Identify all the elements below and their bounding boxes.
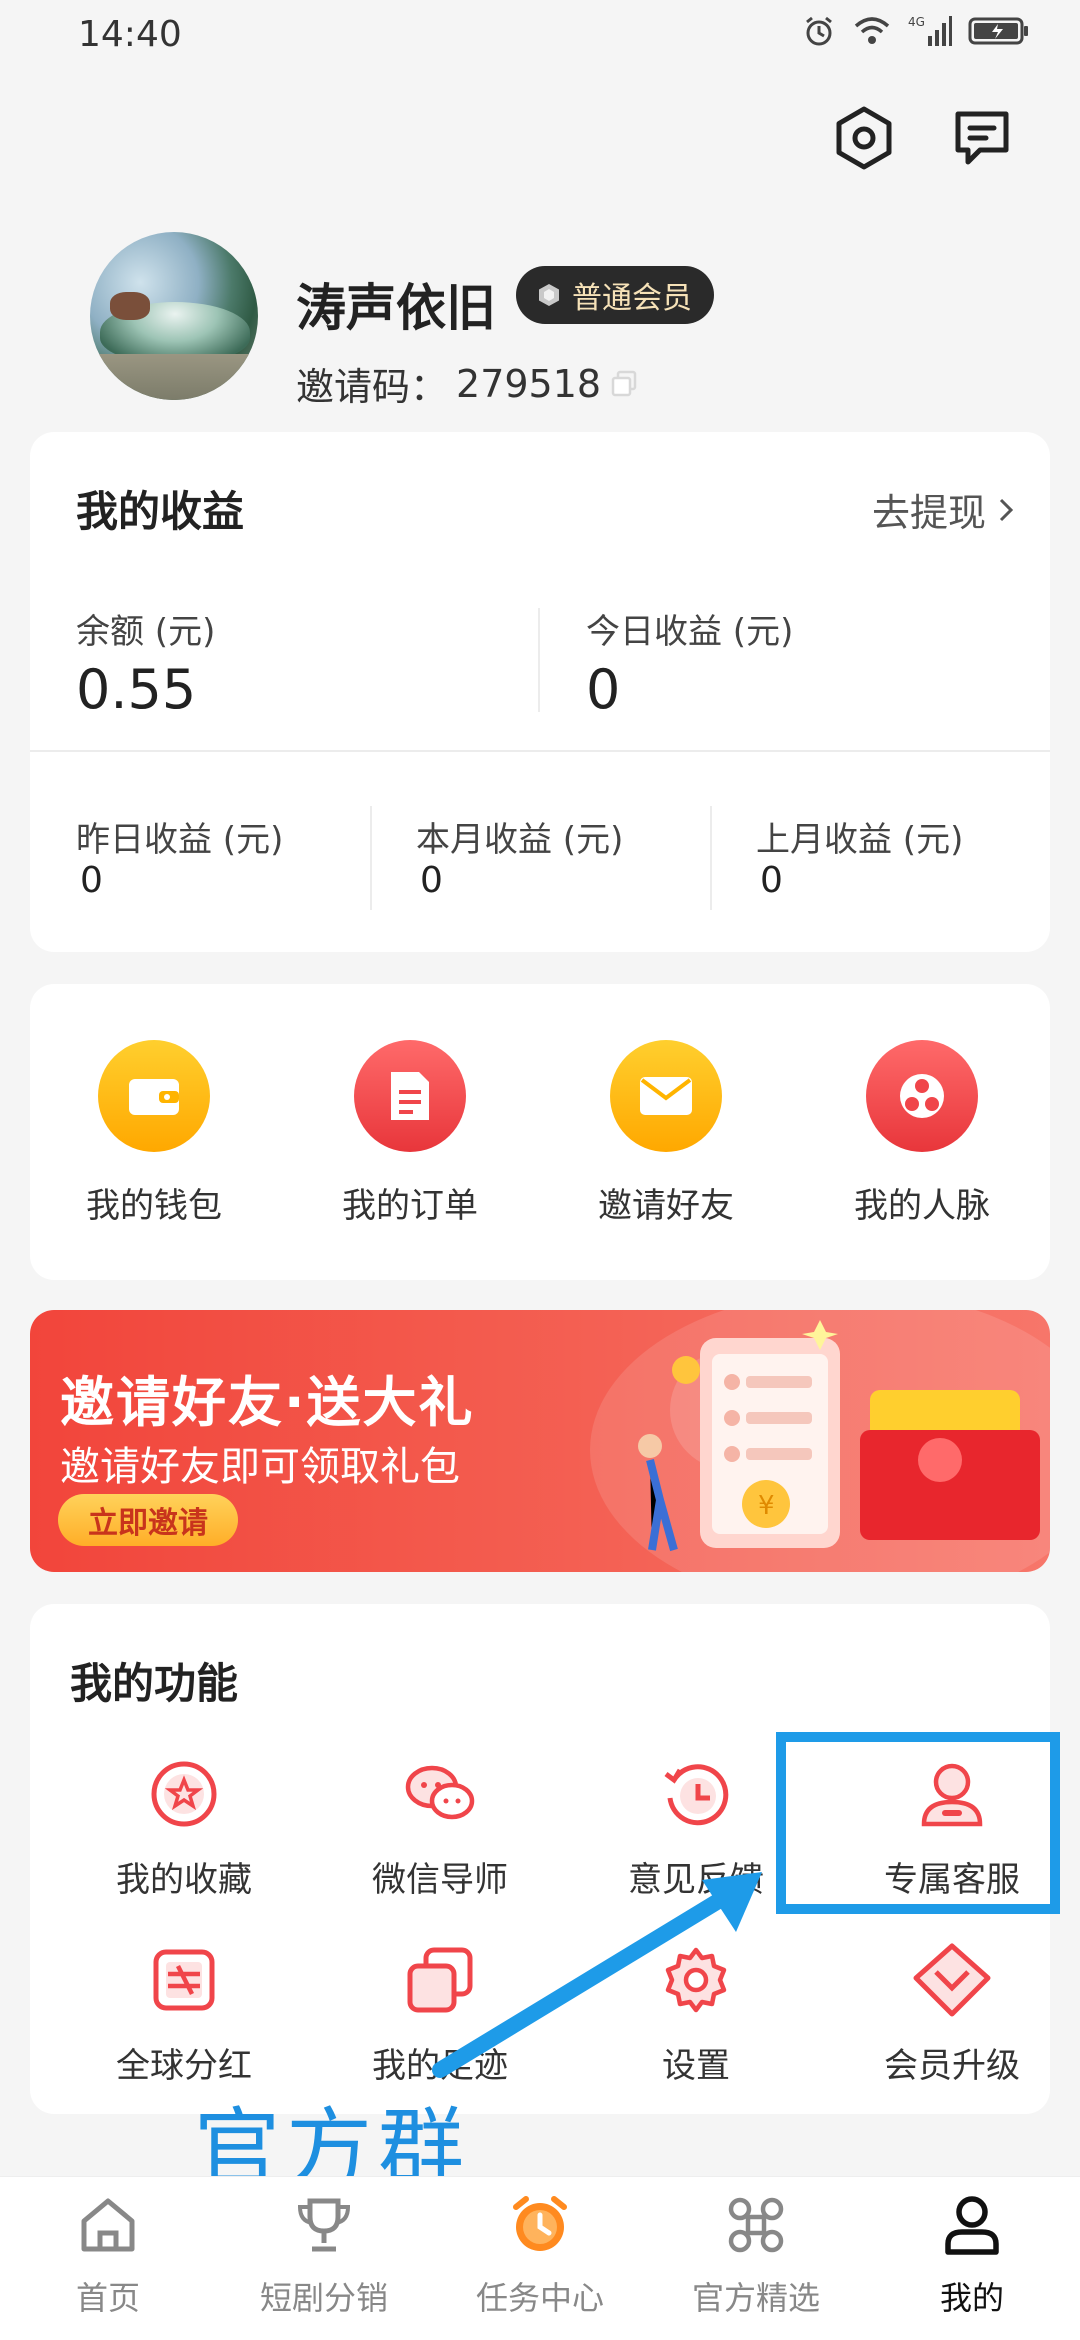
nav-label: 短剧分销	[259, 2279, 388, 2317]
home-icon	[76, 2193, 140, 2257]
nav-label: 我的	[939, 2279, 1004, 2317]
command-icon	[724, 2193, 788, 2257]
bottom-nav: 首页 短剧分销 任务中心 官方精选 我的	[0, 2176, 1080, 2340]
nav-label: 官方精选	[691, 2279, 820, 2317]
nav-official-picks[interactable]: 官方精选	[648, 2193, 864, 2319]
person-icon	[940, 2193, 1004, 2257]
trophy-icon	[292, 2193, 356, 2257]
nav-mine[interactable]: 我的	[864, 2193, 1080, 2319]
alarm-clock-icon	[508, 2193, 572, 2257]
annotation-arrow	[432, 1872, 762, 2078]
nav-drama-distribution[interactable]: 短剧分销	[216, 2193, 432, 2319]
nav-label: 任务中心	[475, 2279, 604, 2317]
nav-task-center[interactable]: 任务中心	[432, 2193, 648, 2319]
nav-home[interactable]: 首页	[0, 2193, 216, 2319]
nav-label: 首页	[75, 2279, 140, 2317]
